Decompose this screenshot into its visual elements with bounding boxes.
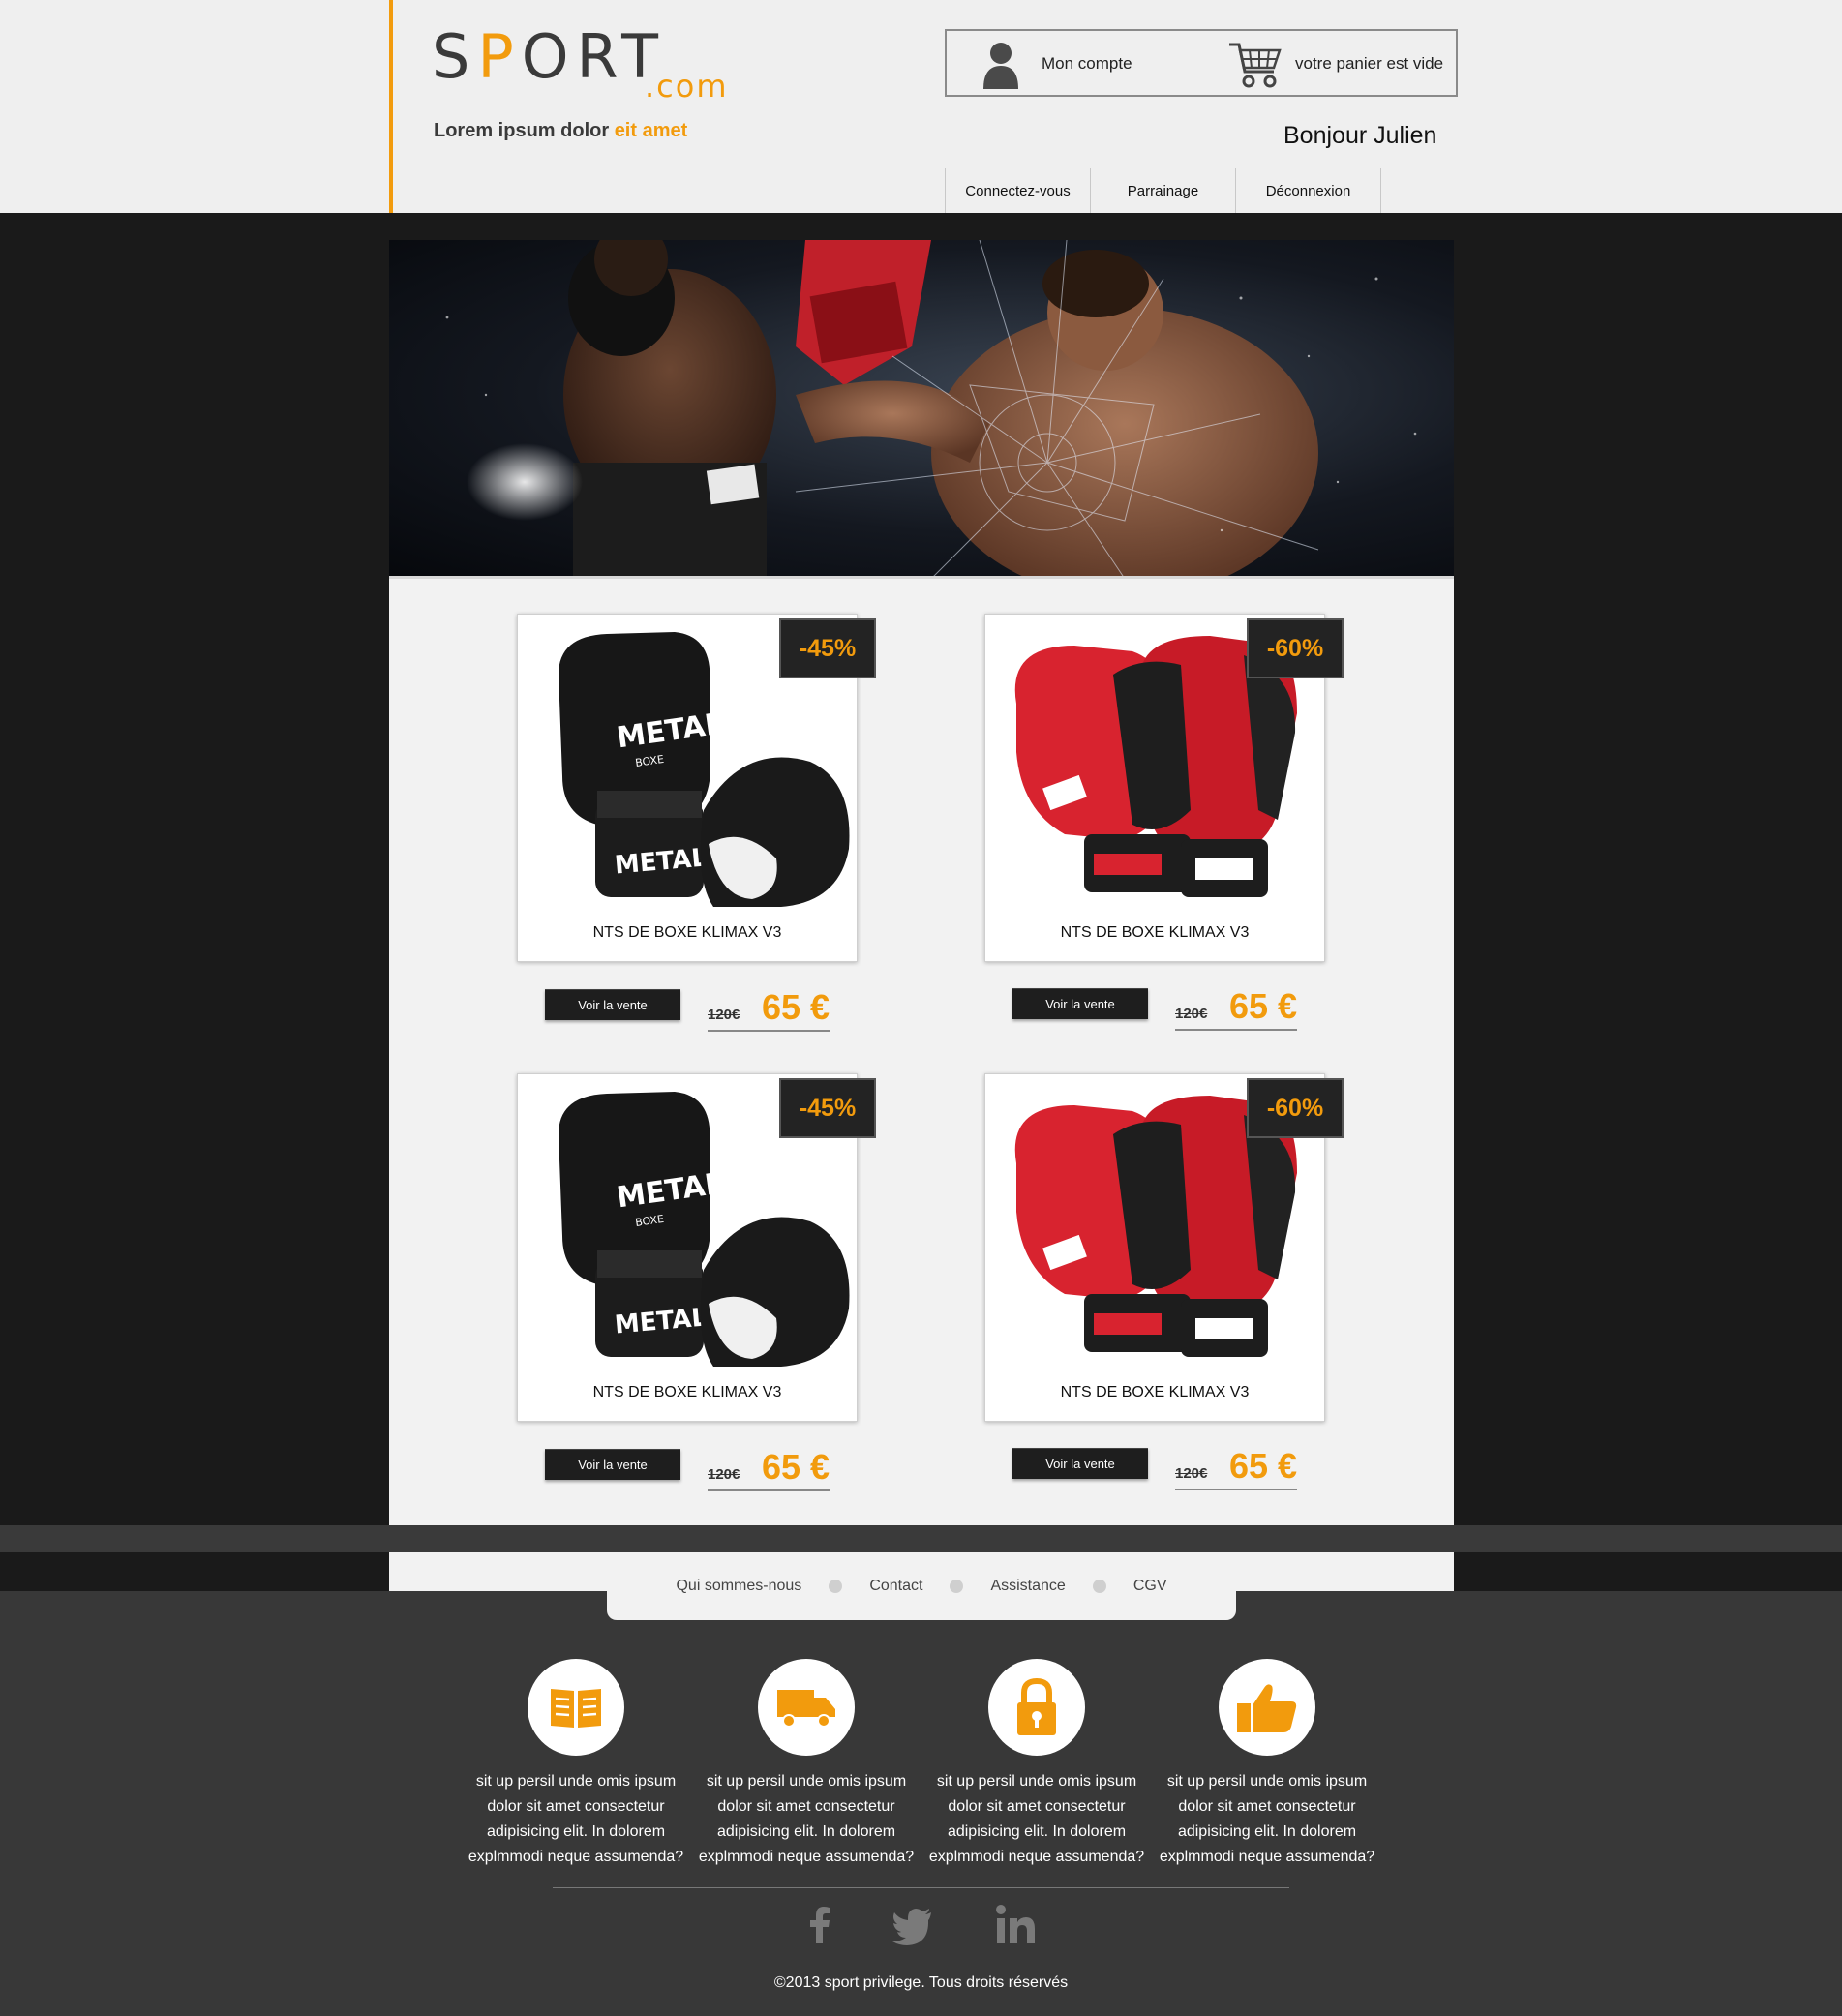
feature-text: sit up persil unde omis ipsum dolor sit … bbox=[468, 1773, 684, 1865]
price-block: 120€ 65 € bbox=[708, 1447, 830, 1491]
book-icon bbox=[551, 1689, 601, 1728]
facebook-icon[interactable] bbox=[796, 1901, 844, 1949]
view-sale-button[interactable]: Voir la vente bbox=[545, 989, 680, 1020]
cart-icon[interactable] bbox=[1227, 39, 1282, 91]
tagline: Lorem ipsum dolor eit amet bbox=[434, 120, 687, 142]
discount-badge: -60% bbox=[1247, 1078, 1344, 1138]
discount-badge: -45% bbox=[779, 618, 876, 678]
feature-text: sit up persil unde omis ipsum dolor sit … bbox=[928, 1773, 1145, 1865]
account-cart-box: Mon compte votre panier est vide bbox=[945, 29, 1458, 97]
main-content: METAL BOXE METAL NTS DE BOXE KLIMAX V3 -… bbox=[389, 240, 1454, 1525]
lock-icon bbox=[1017, 1677, 1056, 1735]
nav-logout[interactable]: Déconnexion bbox=[1236, 168, 1381, 213]
nav-login[interactable]: Connectez-vous bbox=[946, 168, 1091, 213]
product-name[interactable]: NTS DE BOXE KLIMAX V3 bbox=[518, 924, 857, 942]
footer-separator-dot bbox=[950, 1580, 964, 1593]
twitter-icon[interactable] bbox=[889, 1901, 937, 1949]
feature-text: sit up persil unde omis ipsum dolor sit … bbox=[1159, 1773, 1375, 1865]
nav-referral[interactable]: Parrainage bbox=[1091, 168, 1236, 213]
header-inner: SPORT .com Lorem ipsum dolor eit amet Mo… bbox=[389, 0, 1458, 213]
footer-divider bbox=[553, 1887, 1289, 1888]
footer-separator-dot bbox=[1092, 1580, 1106, 1593]
footer-link-support[interactable]: Assistance bbox=[963, 1578, 1092, 1595]
old-price: 120€ bbox=[708, 1466, 740, 1483]
new-price: 65 € bbox=[1229, 986, 1298, 1026]
footer-band bbox=[0, 1525, 1842, 1552]
product-card[interactable]: METAL BOXE METAL NTS DE BOXE KLIMAX V3 -… bbox=[517, 614, 876, 962]
discount-badge: -60% bbox=[1247, 618, 1344, 678]
site-footer bbox=[0, 1591, 1842, 2016]
user-greeting: Bonjour Julien bbox=[1283, 122, 1437, 149]
product-card[interactable]: NTS DE BOXE KLIMAX V3 -60% bbox=[984, 1073, 1344, 1422]
product-name[interactable]: NTS DE BOXE KLIMAX V3 bbox=[985, 1384, 1324, 1401]
footer-link-contact[interactable]: Contact bbox=[842, 1578, 950, 1595]
tagline-accent: eit amet bbox=[614, 120, 688, 141]
new-price: 65 € bbox=[762, 1447, 830, 1487]
old-price: 120€ bbox=[1175, 1006, 1208, 1022]
site-logo[interactable]: SPORT .com bbox=[432, 21, 751, 105]
truck-icon bbox=[777, 1690, 835, 1728]
linkedin-icon[interactable] bbox=[991, 1901, 1040, 1949]
tagline-text: Lorem ipsum dolor bbox=[434, 120, 615, 141]
feature-text: sit up persil unde omis ipsum dolor sit … bbox=[698, 1773, 915, 1865]
hero-banner bbox=[389, 240, 1454, 579]
price-block: 120€ 65 € bbox=[708, 987, 830, 1032]
logo-accent-letter: P bbox=[477, 21, 522, 92]
product-name[interactable]: NTS DE BOXE KLIMAX V3 bbox=[985, 924, 1324, 942]
view-sale-button[interactable]: Voir la vente bbox=[545, 1449, 680, 1480]
product-card[interactable]: METAL BOXE METAL NTS DE BOXE KLIMAX V3 -… bbox=[517, 1073, 876, 1422]
product-card[interactable]: NTS DE BOXE KLIMAX V3 -60% bbox=[984, 614, 1344, 962]
user-icon[interactable] bbox=[981, 41, 1020, 89]
feature-icon-circle bbox=[988, 1659, 1085, 1756]
new-price: 65 € bbox=[762, 987, 830, 1027]
discount-badge: -45% bbox=[779, 1078, 876, 1138]
feature-icon-circle bbox=[528, 1659, 624, 1756]
new-price: 65 € bbox=[1229, 1446, 1298, 1486]
price-block: 120€ 65 € bbox=[1175, 986, 1297, 1031]
hero-boxing-image bbox=[445, 240, 1417, 576]
logo-sub: .com bbox=[645, 68, 729, 105]
footer-link-terms[interactable]: CGV bbox=[1106, 1578, 1194, 1595]
old-price: 120€ bbox=[1175, 1465, 1208, 1482]
cart-status[interactable]: votre panier est vide bbox=[1295, 54, 1443, 74]
feature-icon-circle bbox=[1219, 1659, 1315, 1756]
feature-icon-circle bbox=[758, 1659, 855, 1756]
view-sale-button[interactable]: Voir la vente bbox=[1012, 988, 1148, 1019]
old-price: 120€ bbox=[708, 1007, 740, 1023]
footer-nav: Qui sommes-nous Contact Assistance CGV bbox=[607, 1552, 1236, 1620]
copyright: ©2013 sport privilege. Tous droits réser… bbox=[773, 1974, 1069, 1991]
product-name[interactable]: NTS DE BOXE KLIMAX V3 bbox=[518, 1384, 857, 1401]
thumbs-up-icon bbox=[1237, 1684, 1297, 1732]
logo-wordmark: SPORT bbox=[432, 21, 666, 92]
view-sale-button[interactable]: Voir la vente bbox=[1012, 1448, 1148, 1479]
my-account-link[interactable]: Mon compte bbox=[1042, 54, 1132, 74]
price-block: 120€ 65 € bbox=[1175, 1446, 1297, 1490]
site-header: SPORT .com Lorem ipsum dolor eit amet Mo… bbox=[0, 0, 1842, 213]
header-nav: Connectez-vous Parrainage Déconnexion bbox=[945, 168, 1381, 213]
footer-link-about[interactable]: Qui sommes-nous bbox=[649, 1578, 829, 1595]
footer-separator-dot bbox=[829, 1580, 843, 1593]
